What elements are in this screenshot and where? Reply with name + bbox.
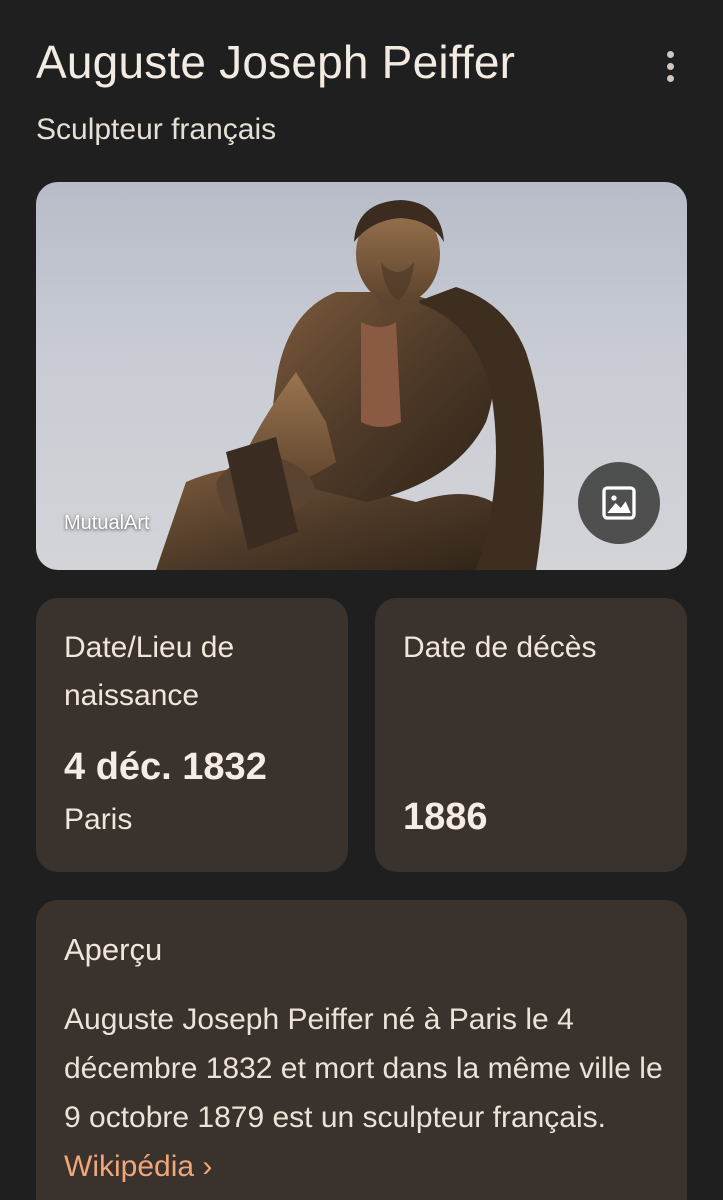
birth-label: Date/Lieu de naissance	[64, 631, 235, 712]
chevron-right-icon: ›	[202, 1150, 213, 1183]
more-options-button[interactable]	[650, 44, 690, 88]
overview-card: Aperçu Auguste Joseph Peiffer né à Paris…	[36, 900, 687, 1200]
view-images-button[interactable]	[578, 462, 660, 544]
wikipedia-link-label: Wikipédia	[64, 1150, 195, 1183]
image-icon	[602, 486, 636, 520]
death-label: Date de décès	[403, 631, 597, 664]
page-subtitle: Sculpteur français	[36, 113, 277, 146]
death-info-card[interactable]: Date de décès 1886	[375, 598, 687, 872]
page-title: Auguste Joseph Peiffer	[36, 36, 516, 88]
overview-heading: Aperçu	[64, 932, 163, 967]
hero-image[interactable]: MutualArt	[36, 182, 687, 570]
birth-date: 4 déc. 1832	[64, 746, 267, 788]
overview-description: Auguste Joseph Peiffer né à Paris le 4 d…	[64, 1003, 663, 1134]
more-vert-icon	[666, 50, 674, 58]
image-source-label: MutualArt	[64, 512, 150, 534]
overview-text: Auguste Joseph Peiffer né à Paris le 4 d…	[64, 995, 664, 1191]
death-date: 1886	[403, 796, 488, 838]
birth-info-card[interactable]: Date/Lieu de naissance 4 déc. 1832 Paris	[36, 598, 348, 872]
wikipedia-link[interactable]: Wikipédia ›	[64, 1150, 212, 1183]
birth-place: Paris	[64, 803, 133, 836]
